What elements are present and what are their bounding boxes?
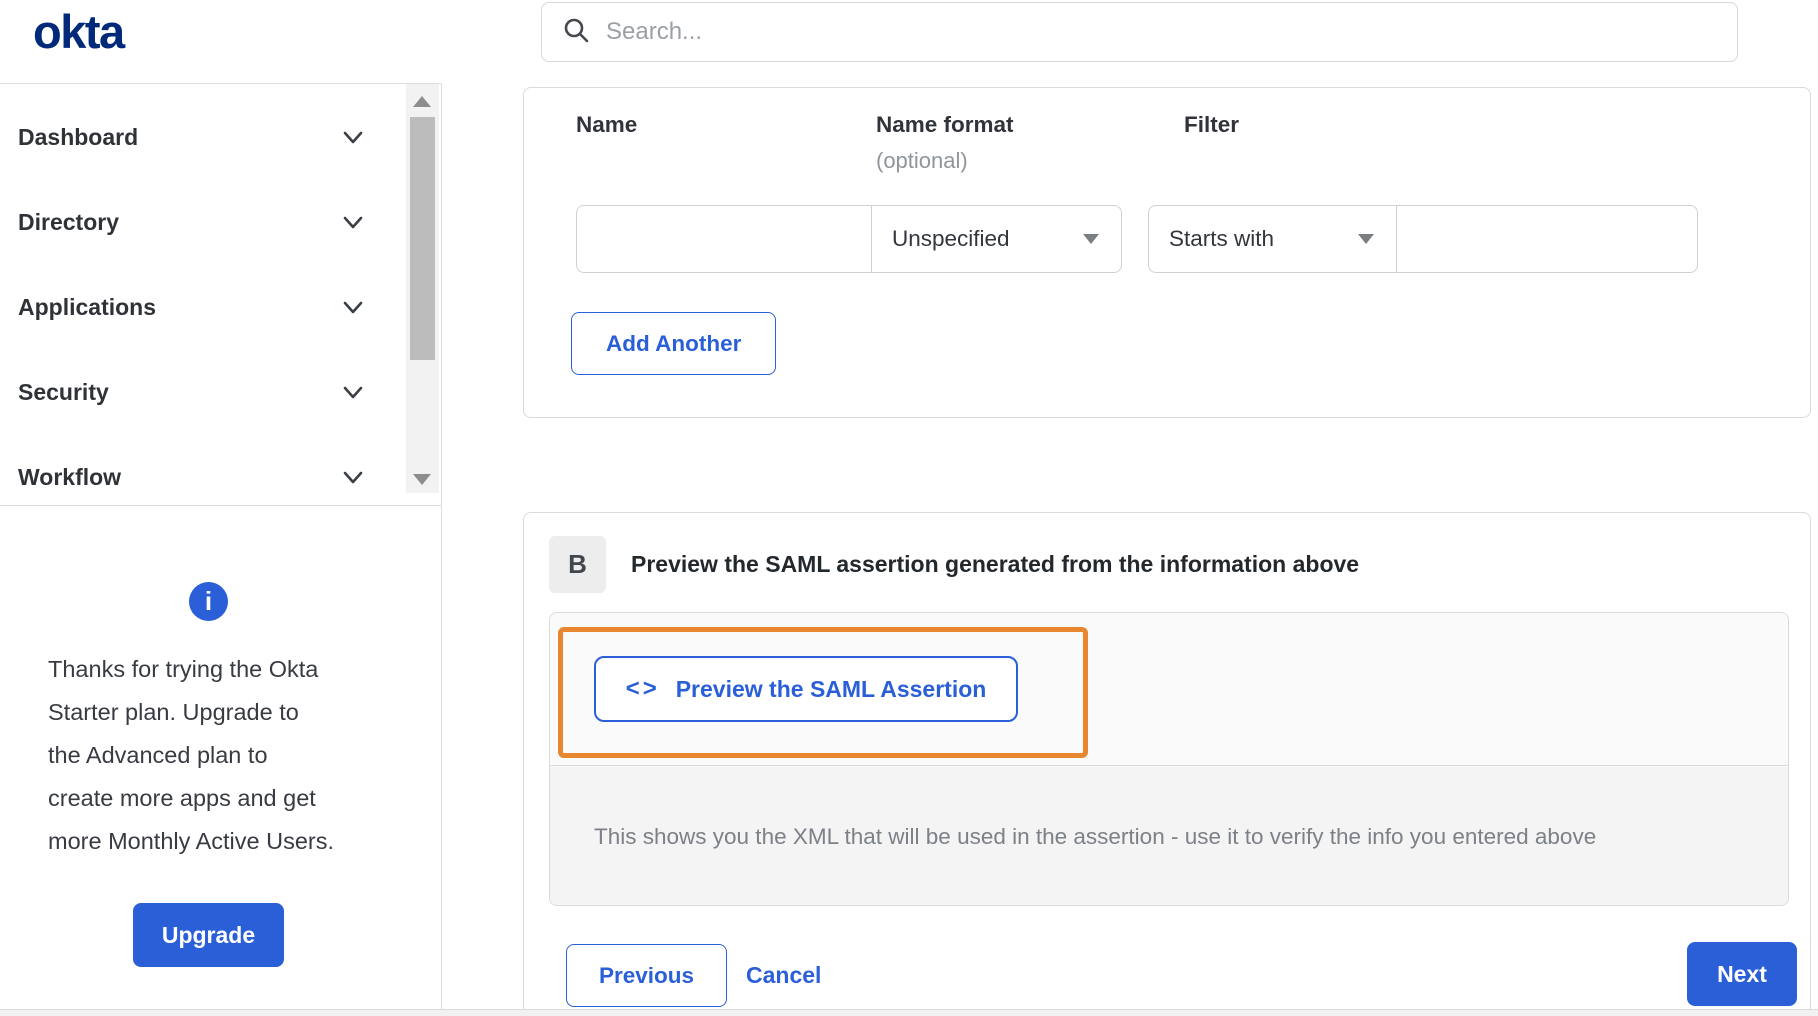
preview-assertion-card: B Preview the SAML assertion generated f…: [523, 512, 1811, 1016]
saml-preview-panel: This shows you the XML that will be used…: [549, 612, 1789, 906]
chevron-down-icon: [342, 130, 364, 146]
sidebar-item-security[interactable]: Security: [0, 350, 392, 435]
chevron-down-icon: [342, 215, 364, 231]
sidebar-item-applications[interactable]: Applications: [0, 265, 392, 350]
name-format-column-label: Name format: [876, 112, 1014, 137]
sidebar-top-divider: [0, 83, 441, 84]
attribute-name-input[interactable]: [576, 205, 871, 273]
name-format-select[interactable]: Unspecified: [871, 205, 1122, 273]
info-icon: i: [189, 582, 228, 621]
scroll-down-icon[interactable]: [413, 474, 431, 485]
step-b-badge: B: [549, 536, 606, 593]
dropdown-caret-icon: [1358, 234, 1374, 244]
chevron-down-icon: [342, 470, 364, 486]
sidebar-scrollbar[interactable]: [406, 84, 439, 493]
sidebar-item-directory[interactable]: Directory: [0, 180, 392, 265]
sidebar-divider: [441, 83, 442, 1016]
trial-notice-text: Thanks for trying the Okta Starter plan.…: [48, 656, 335, 854]
saml-preview-hint-text: This shows you the XML that will be used…: [594, 824, 1597, 849]
name-column-label: Name: [576, 112, 638, 137]
preview-saml-assertion-label: Preview the SAML Assertion: [675, 675, 987, 702]
name-format-selected-value: Unspecified: [892, 226, 1010, 251]
filter-operator-selected-value: Starts with: [1169, 226, 1275, 251]
filter-value-input[interactable]: [1397, 205, 1698, 273]
section-b-title: Preview the SAML assertion generated fro…: [631, 551, 1360, 577]
preview-saml-assertion-button[interactable]: <> Preview the SAML Assertion: [594, 656, 1018, 722]
chevron-down-icon: [342, 300, 364, 316]
next-button[interactable]: Next: [1687, 942, 1797, 1006]
scroll-up-icon[interactable]: [413, 96, 431, 107]
search-input[interactable]: [606, 18, 1656, 46]
search-icon: [562, 16, 590, 49]
sidebar-nav: Dashboard Directory Applications Securit…: [0, 95, 392, 520]
cancel-link[interactable]: Cancel: [746, 944, 821, 1007]
attribute-statements-card: Name Name format (optional) Filter Unspe…: [523, 87, 1811, 418]
saml-preview-hint-area: This shows you the XML that will be used…: [550, 767, 1788, 905]
upgrade-button[interactable]: Upgrade: [133, 903, 284, 967]
window-bottom-edge: [0, 1009, 1818, 1016]
add-another-button[interactable]: Add Another: [571, 312, 777, 375]
sidebar-item-workflow[interactable]: Workflow: [0, 435, 392, 520]
previous-button[interactable]: Previous: [566, 944, 728, 1007]
name-format-optional-hint: (optional): [876, 148, 968, 173]
code-brackets-icon: <>: [625, 675, 660, 702]
chevron-down-icon: [342, 385, 364, 401]
filter-operator-select[interactable]: Starts with: [1148, 205, 1397, 273]
sidebar-item-dashboard[interactable]: Dashboard: [0, 95, 392, 180]
filter-column-label: Filter: [1184, 112, 1240, 137]
dropdown-caret-icon: [1083, 234, 1099, 244]
global-search[interactable]: [541, 2, 1738, 62]
okta-admin-console: okta Dashboard Directory Applications: [0, 0, 1818, 1016]
okta-logo: okta: [33, 5, 125, 58]
scrollbar-thumb[interactable]: [410, 117, 435, 360]
